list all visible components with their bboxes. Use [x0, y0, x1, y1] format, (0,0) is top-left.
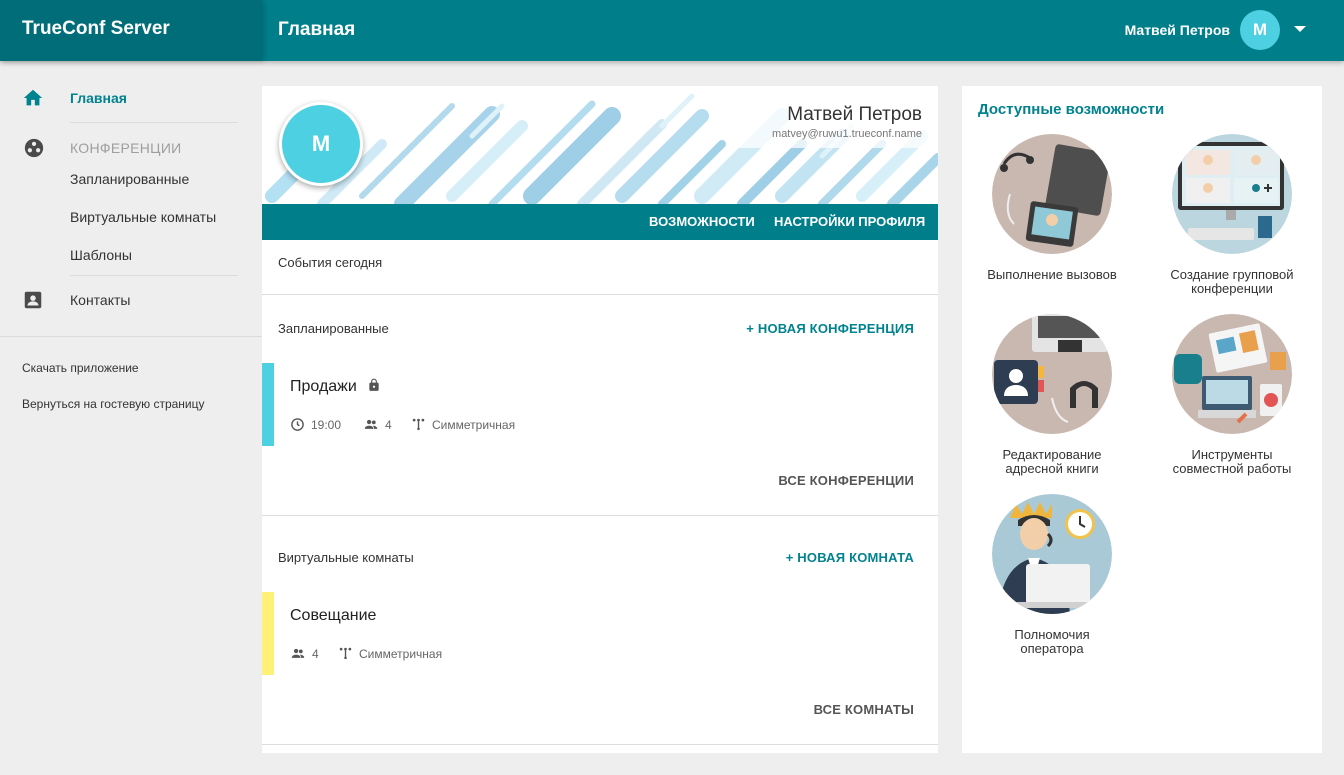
- feature-label-line1: Выполнение вызовов: [987, 267, 1117, 282]
- conference-mode-label: Симметричная: [432, 418, 516, 432]
- conference-icon: [24, 138, 44, 158]
- room-mode-label: Симметричная: [359, 647, 443, 661]
- sidebar-item-label: Главная: [70, 90, 127, 106]
- divider: [70, 122, 238, 123]
- feature-address-book[interactable]: Редактирование адресной книги: [967, 314, 1137, 476]
- conference-card-title[interactable]: Продажи: [290, 378, 381, 396]
- home-icon: [23, 89, 43, 106]
- calls-illustration-icon: [992, 134, 1112, 254]
- feature-calls-label: Выполнение вызовов: [967, 268, 1137, 282]
- all-rooms-button[interactable]: ВСЕ КОМНАТЫ: [814, 702, 914, 717]
- feature-label-line2: адресной книги: [1005, 461, 1099, 476]
- sidebar: Главная КОНФЕРЕНЦИИ Запланированные Вирт…: [0, 61, 262, 775]
- conference-time: 19:00: [290, 417, 341, 432]
- chevron-down-icon[interactable]: [1294, 26, 1306, 32]
- sidebar-item-label: Контакты: [70, 292, 131, 308]
- tab-features[interactable]: ВОЗМОЖНОСТИ: [649, 214, 755, 229]
- profile-banner: M Матвей Петров matvey@ruwu1.trueconf.na…: [262, 86, 938, 204]
- feature-operator-rights[interactable]: Полномочия оператора: [967, 494, 1137, 656]
- sidebar-item-contacts[interactable]: Контакты: [0, 287, 262, 313]
- room-card-stripe: [262, 592, 274, 675]
- feature-label-line1: Создание групповой: [1170, 267, 1294, 282]
- group-conference-illustration-icon: [1172, 134, 1292, 254]
- feature-label-line1: Полномочия: [1014, 627, 1090, 642]
- people-icon: [291, 648, 305, 658]
- features-title: Доступные возможности: [978, 101, 1165, 118]
- profile-avatar[interactable]: M: [279, 102, 363, 186]
- room-participants: 4: [290, 646, 319, 661]
- feature-label-line1: Редактирование: [1002, 447, 1102, 462]
- page-title: Главная: [278, 19, 356, 40]
- main-panel: M Матвей Петров matvey@ruwu1.trueconf.na…: [262, 86, 938, 753]
- feature-collaboration-tools[interactable]: Инструменты совместной работы: [1147, 314, 1317, 476]
- brand-block: TrueConf Server: [0, 0, 262, 61]
- feature-address-book-label: Редактирование адресной книги: [967, 448, 1137, 476]
- conference-time-value: 19:00: [311, 418, 342, 432]
- sidebar-item-home[interactable]: Главная: [0, 85, 262, 111]
- events-today-label: События сегодня: [278, 255, 383, 270]
- conference-card-stripe: [262, 363, 274, 446]
- divider: [262, 294, 938, 295]
- room-card-meta: 4 Симметричная: [290, 646, 690, 662]
- symmetric-mode-icon: [339, 647, 352, 660]
- lock-icon: [369, 378, 379, 391]
- conference-mode: Симметричная: [411, 417, 515, 432]
- features-panel: Доступные возможности Выполнение вызовов: [962, 86, 1322, 753]
- brand-logo-text[interactable]: TrueConf Server: [22, 18, 170, 40]
- conference-participants: 4: [363, 417, 392, 432]
- divider: [262, 515, 938, 516]
- feature-collaboration-tools-label: Инструменты совместной работы: [1147, 448, 1317, 476]
- tab-profile-settings[interactable]: НАСТРОЙКИ ПРОФИЛЯ: [774, 214, 925, 229]
- new-conference-button[interactable]: + НОВАЯ КОНФЕРЕНЦИЯ: [746, 321, 914, 336]
- symmetric-mode-icon: [412, 418, 425, 431]
- room-mode: Симметричная: [338, 646, 442, 661]
- conference-card-meta: 19:00 4 Симметричная: [290, 417, 690, 433]
- feature-group-conference-label: Создание групповой конференции: [1147, 268, 1317, 296]
- top-bar: TrueConf Server Главная Матвей Петров M: [0, 0, 1344, 61]
- sidebar-item-scheduled[interactable]: Запланированные: [70, 171, 189, 187]
- profile-name: Матвей Петров: [787, 104, 922, 125]
- feature-label-line2: конференции: [1191, 281, 1273, 296]
- feature-calls[interactable]: Выполнение вызовов: [967, 134, 1137, 282]
- participants-count: 4: [385, 418, 392, 432]
- download-app-link[interactable]: Скачать приложение: [22, 361, 139, 375]
- feature-label-line2: совместной работы: [1172, 461, 1292, 476]
- collaboration-illustration-icon: [1172, 314, 1292, 434]
- clock-icon: [291, 418, 304, 431]
- sidebar-item-virtual-rooms[interactable]: Виртуальные комнаты: [70, 209, 216, 225]
- guest-page-link[interactable]: Вернуться на гостевую страницу: [22, 397, 205, 411]
- address-book-illustration-icon: [992, 314, 1112, 434]
- people-icon: [364, 419, 378, 429]
- sidebar-section-conferences: КОНФЕРЕНЦИИ: [0, 135, 262, 161]
- sidebar-section-label: КОНФЕРЕНЦИИ: [70, 140, 182, 156]
- feature-operator-rights-label: Полномочия оператора: [967, 628, 1137, 656]
- new-room-button[interactable]: + НОВАЯ КОМНАТА: [786, 550, 914, 565]
- contacts-icon: [24, 291, 42, 309]
- feature-label-line1: Инструменты: [1191, 447, 1273, 462]
- sidebar-item-templates[interactable]: Шаблоны: [70, 247, 132, 263]
- room-card-title[interactable]: Совещание: [290, 607, 376, 625]
- operator-illustration-icon: [992, 494, 1112, 614]
- user-name[interactable]: Матвей Петров: [1125, 22, 1230, 38]
- conference-name: Продажи: [290, 378, 357, 395]
- participants-count: 4: [312, 647, 319, 661]
- profile-email: matvey@ruwu1.trueconf.name: [772, 128, 922, 140]
- profile-tabs: ВОЗМОЖНОСТИ НАСТРОЙКИ ПРОФИЛЯ: [262, 204, 938, 240]
- user-avatar[interactable]: M: [1240, 10, 1280, 50]
- scheduled-section-title: Запланированные: [278, 321, 389, 336]
- divider: [262, 744, 938, 745]
- feature-label-line2: оператора: [1020, 641, 1084, 656]
- divider: [70, 275, 238, 276]
- all-conferences-button[interactable]: ВСЕ КОНФЕРЕНЦИИ: [778, 473, 914, 488]
- divider: [0, 336, 262, 337]
- feature-group-conference[interactable]: Создание групповой конференции: [1147, 134, 1317, 296]
- rooms-section-title: Виртуальные комнаты: [278, 550, 414, 565]
